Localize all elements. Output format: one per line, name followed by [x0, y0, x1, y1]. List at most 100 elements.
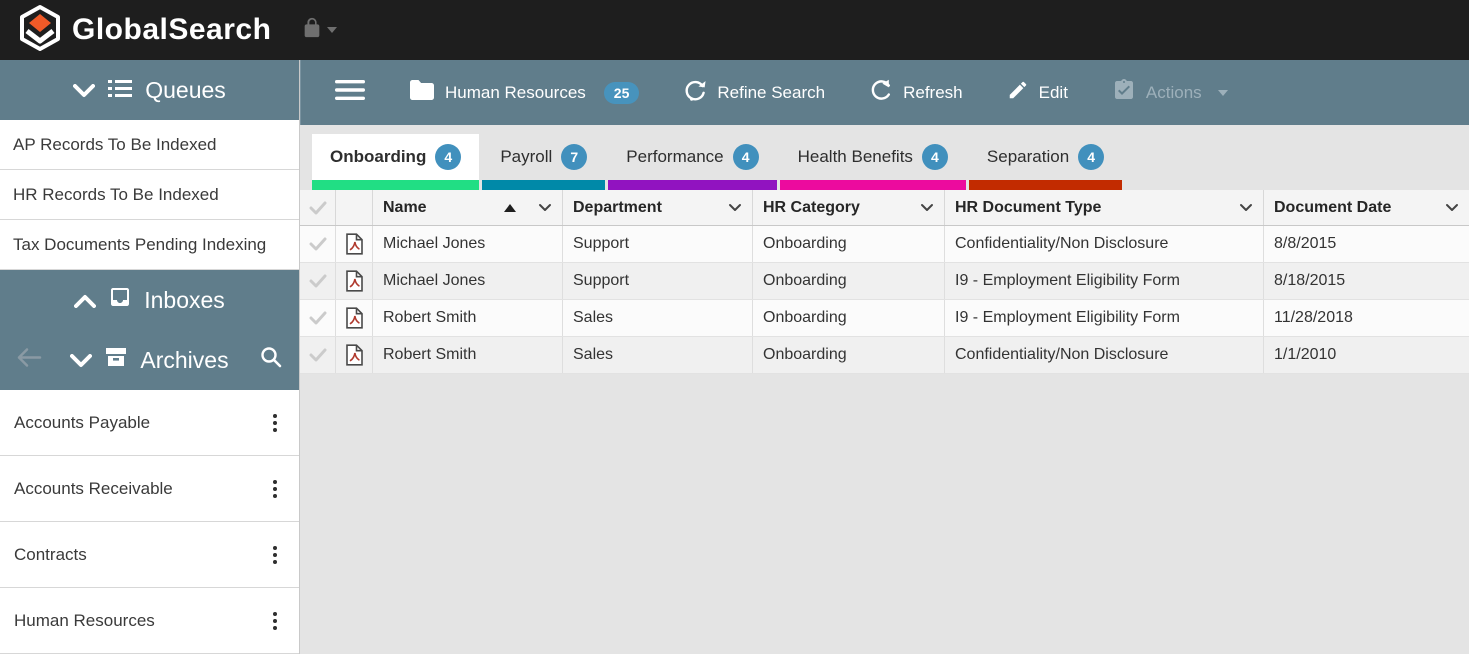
column-header-document-date[interactable]: Document Date — [1264, 190, 1469, 225]
cell-department: Sales — [563, 337, 753, 373]
tab-health-benefits[interactable]: Health Benefits 4 — [780, 134, 966, 190]
table-row[interactable]: Michael Jones Support Onboarding Confide… — [300, 226, 1469, 263]
pdf-file-icon[interactable] — [336, 263, 373, 299]
search-icon[interactable] — [259, 345, 283, 375]
queues-section-header[interactable]: Queues — [0, 60, 299, 120]
tab-label: Health Benefits — [798, 147, 913, 167]
row-check-icon — [309, 201, 327, 215]
tab-separation[interactable]: Separation 4 — [969, 134, 1122, 190]
current-archive-button[interactable]: Human Resources 25 — [409, 79, 639, 106]
tab-label: Onboarding — [330, 147, 426, 167]
archive-item-label: Contracts — [14, 545, 87, 565]
column-label: Department — [573, 199, 728, 217]
archives-section-header[interactable]: Archives — [0, 330, 299, 390]
column-chevron-icon[interactable] — [1239, 203, 1253, 212]
chevron-down-icon — [70, 347, 92, 374]
cell-hr-document-type: Confidentiality/Non Disclosure — [945, 337, 1264, 373]
archive-item-label: Accounts Receivable — [14, 479, 173, 499]
refine-search-button[interactable]: Refine Search — [683, 78, 825, 107]
arrow-left-icon[interactable] — [16, 347, 42, 374]
cell-department: Support — [563, 226, 753, 262]
results-table: Name Department HR Category — [300, 190, 1469, 374]
queue-item-tax-documents[interactable]: Tax Documents Pending Indexing — [0, 220, 299, 270]
main-panel: Human Resources 25 Refine Search — [300, 60, 1469, 654]
kebab-menu-icon[interactable] — [267, 608, 283, 634]
column-label: Document Date — [1274, 199, 1445, 217]
column-chevron-icon[interactable] — [920, 203, 934, 212]
kebab-menu-icon[interactable] — [267, 542, 283, 568]
actions-label: Actions — [1146, 83, 1202, 103]
tab-color-stripe — [608, 180, 776, 190]
sidebar-toggle-button[interactable] — [335, 79, 365, 106]
cell-document-date: 11/28/2018 — [1264, 300, 1469, 336]
row-checkbox[interactable] — [300, 337, 336, 373]
column-header-hr-document-type[interactable]: HR Document Type — [945, 190, 1264, 225]
row-checkbox[interactable] — [300, 226, 336, 262]
hamburger-icon — [335, 79, 365, 106]
queue-item-label: AP Records To Be Indexed — [13, 135, 217, 155]
column-header-hr-category[interactable]: HR Category — [753, 190, 945, 225]
table-row[interactable]: Robert Smith Sales Onboarding I9 - Emplo… — [300, 300, 1469, 337]
edit-label: Edit — [1039, 83, 1068, 103]
file-icon-column-header — [336, 190, 373, 225]
inboxes-header-label: Inboxes — [144, 287, 225, 314]
tab-color-stripe — [482, 180, 605, 190]
table-row[interactable]: Michael Jones Support Onboarding I9 - Em… — [300, 263, 1469, 300]
row-check-icon — [309, 311, 327, 325]
edit-button[interactable]: Edit — [1007, 79, 1068, 106]
pdf-file-icon[interactable] — [336, 226, 373, 262]
queue-item-label: HR Records To Be Indexed — [13, 185, 219, 205]
tab-count-badge: 4 — [733, 144, 759, 170]
column-header-department[interactable]: Department — [563, 190, 753, 225]
archive-item-accounts-receivable[interactable]: Accounts Receivable — [0, 456, 299, 522]
cell-name: Michael Jones — [373, 226, 563, 262]
tab-count-badge: 4 — [1078, 144, 1104, 170]
kebab-menu-icon[interactable] — [267, 476, 283, 502]
top-bar: GlobalSearch — [0, 0, 1469, 60]
column-header-name[interactable]: Name — [373, 190, 563, 225]
queues-header-label: Queues — [145, 77, 226, 104]
empty-results-area — [300, 374, 1469, 654]
column-chevron-icon[interactable] — [538, 203, 552, 212]
cell-hr-category: Onboarding — [753, 263, 945, 299]
actions-button[interactable]: Actions — [1112, 78, 1228, 107]
inboxes-section-header[interactable]: Inboxes — [0, 270, 299, 330]
chevron-down-icon — [73, 77, 95, 104]
pdf-file-icon[interactable] — [336, 300, 373, 336]
tab-count-badge: 7 — [561, 144, 587, 170]
select-all-checkbox[interactable] — [300, 190, 336, 225]
tab-payroll[interactable]: Payroll 7 — [482, 134, 605, 190]
row-checkbox[interactable] — [300, 263, 336, 299]
row-checkbox[interactable] — [300, 300, 336, 336]
queue-item-hr-records[interactable]: HR Records To Be Indexed — [0, 170, 299, 220]
sidebar: Queues AP Records To Be Indexed HR Recor… — [0, 60, 300, 654]
archive-item-accounts-payable[interactable]: Accounts Payable — [0, 390, 299, 456]
tab-color-stripe — [312, 180, 479, 190]
column-chevron-icon[interactable] — [728, 203, 742, 212]
results-toolbar: Human Resources 25 Refine Search — [300, 60, 1469, 125]
current-archive-label: Human Resources — [445, 83, 586, 103]
chevron-down-icon — [327, 27, 337, 33]
kebab-menu-icon[interactable] — [267, 410, 283, 436]
column-chevron-icon[interactable] — [1445, 203, 1459, 212]
archive-item-contracts[interactable]: Contracts — [0, 522, 299, 588]
sort-ascending-icon — [504, 204, 516, 212]
lock-menu[interactable] — [301, 16, 337, 45]
logo-hexagon-icon — [18, 4, 62, 57]
column-label: Name — [383, 199, 504, 217]
row-check-icon — [309, 237, 327, 251]
pdf-file-icon[interactable] — [336, 337, 373, 373]
archive-item-human-resources[interactable]: Human Resources — [0, 588, 299, 654]
cell-department: Support — [563, 263, 753, 299]
lock-icon — [301, 16, 323, 45]
queue-item-ap-records[interactable]: AP Records To Be Indexed — [0, 120, 299, 170]
table-row[interactable]: Robert Smith Sales Onboarding Confidenti… — [300, 337, 1469, 374]
refresh-button[interactable]: Refresh — [869, 78, 963, 107]
tab-onboarding[interactable]: Onboarding 4 — [312, 134, 479, 190]
clipboard-check-icon — [1112, 78, 1136, 107]
chevron-down-icon — [1218, 90, 1228, 96]
cell-hr-category: Onboarding — [753, 337, 945, 373]
cell-department: Sales — [563, 300, 753, 336]
cell-document-date: 8/8/2015 — [1264, 226, 1469, 262]
tab-performance[interactable]: Performance 4 — [608, 134, 776, 190]
